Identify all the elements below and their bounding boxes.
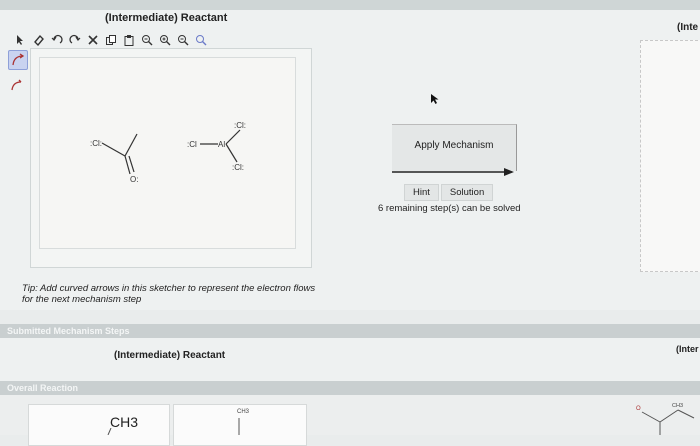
submitted-step-product-title: (Inter xyxy=(676,344,699,354)
right-mol-atom4: :Cl: xyxy=(232,163,244,172)
zoom-in-icon[interactable] xyxy=(159,33,171,47)
svg-text:O: O xyxy=(636,406,641,412)
overall-bond-line-2 xyxy=(107,428,112,435)
sketcher-toolbar xyxy=(15,31,207,49)
undo-icon[interactable] xyxy=(51,33,63,47)
copy-icon[interactable] xyxy=(105,33,117,47)
hint-solution-bar: Hint Solution xyxy=(404,184,494,201)
right-panel-title: (Inte xyxy=(677,22,699,33)
overall-ch3-label-small: CH3 xyxy=(237,409,250,415)
remaining-steps-text: 6 remaining step(s) can be solved xyxy=(378,203,521,214)
eraser-icon[interactable] xyxy=(33,33,45,47)
sketcher-tip: Tip: Add curved arrows in this sketcher … xyxy=(22,283,316,305)
right-mol-atom1: :Cl xyxy=(187,140,197,149)
zoom-out-icon[interactable] xyxy=(177,33,189,47)
molecule-drawing: :Cl: O: :Cl Al :Cl: :Cl: xyxy=(90,121,246,184)
mouse-cursor-icon xyxy=(431,94,439,104)
overall-bond-line xyxy=(238,418,240,435)
sketcher-side-tools xyxy=(8,50,28,100)
right-mol-atom3: :Cl: xyxy=(234,121,246,130)
curved-arrow-single-icon[interactable] xyxy=(8,76,26,94)
submitted-step-reactant-title: (Intermediate) Reactant xyxy=(114,350,226,361)
sketcher-drawing-area[interactable]: :Cl: O: :Cl Al :Cl: :Cl: xyxy=(39,57,296,249)
solution-button[interactable]: Solution xyxy=(440,184,494,201)
redo-icon[interactable] xyxy=(69,33,81,47)
delete-icon[interactable] xyxy=(87,33,99,47)
apply-mechanism-button[interactable]: Apply Mechanism xyxy=(392,140,516,151)
left-mol-atom1: :Cl: xyxy=(90,139,102,148)
left-mol-atom2: O: xyxy=(130,175,138,184)
select-arrow-icon[interactable] xyxy=(15,33,27,47)
overall-reaction-band[interactable]: Overall Reaction xyxy=(0,381,700,395)
submitted-steps-label: Submitted Mechanism Steps xyxy=(7,326,130,336)
overall-reactant-card-1 xyxy=(28,404,170,446)
zoom-reset-icon[interactable] xyxy=(195,33,207,47)
reactant-panel-title: (Intermediate) Reactant xyxy=(105,12,228,24)
overall-product-molecule: O CH3 xyxy=(636,403,695,435)
paste-icon[interactable] xyxy=(123,33,135,47)
curved-arrow-double-icon[interactable] xyxy=(8,50,28,70)
mechanism-arrow-icon xyxy=(392,168,514,176)
submitted-step-row xyxy=(0,338,700,381)
sketcher-canvas[interactable]: :Cl: O: :Cl Al :Cl: :Cl: xyxy=(30,48,312,268)
overall-ch3-label-right: CH3 xyxy=(672,403,683,409)
right-mol-atom2: Al xyxy=(218,140,225,149)
hint-button[interactable]: Hint xyxy=(404,184,439,201)
top-strip xyxy=(0,0,700,10)
product-sketcher-panel[interactable] xyxy=(640,40,700,272)
zoom-fit-icon[interactable] xyxy=(141,33,153,47)
overall-reaction-label: Overall Reaction xyxy=(7,383,79,393)
submitted-steps-band[interactable]: Submitted Mechanism Steps xyxy=(0,324,700,338)
